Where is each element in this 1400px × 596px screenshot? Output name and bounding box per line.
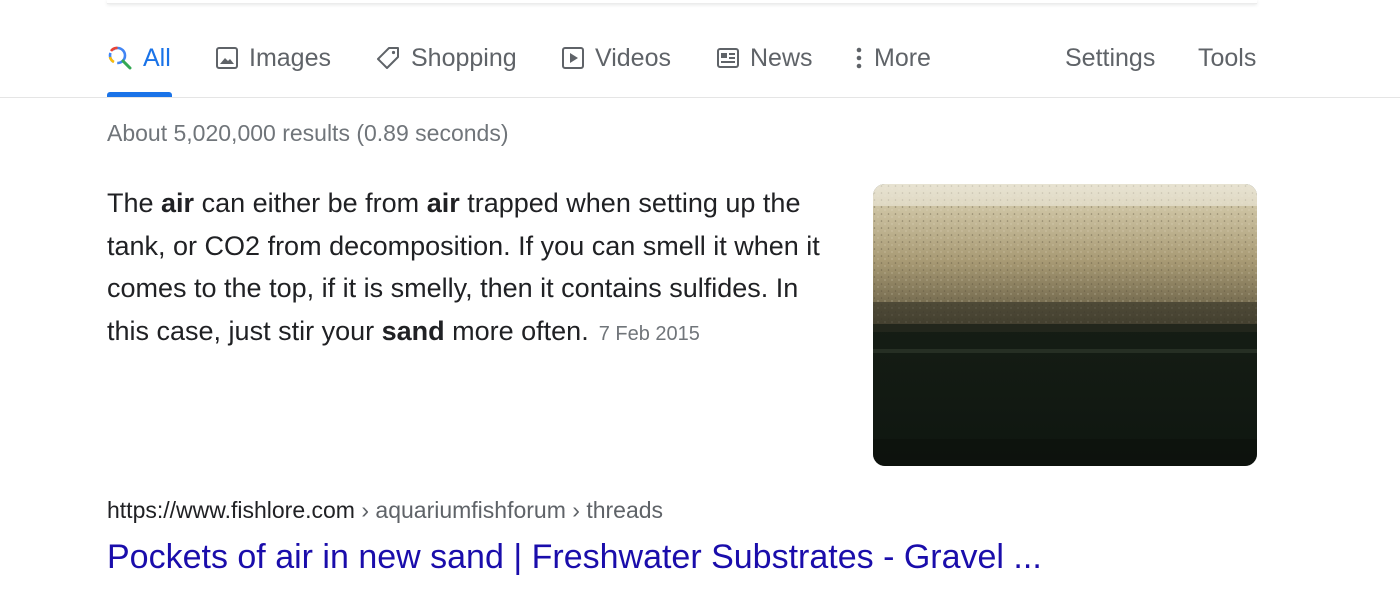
featured-snippet-text: The air can either be from air trapped w… <box>107 182 847 355</box>
tools-label: Tools <box>1198 43 1257 72</box>
tab-news[interactable]: News <box>716 38 813 78</box>
more-vert-icon <box>852 45 866 71</box>
tab-videos-label: Videos <box>595 43 671 72</box>
tab-more[interactable]: More <box>852 38 931 78</box>
snippet-bold-term: air <box>426 188 460 218</box>
snippet-part: The <box>107 188 162 218</box>
settings-link[interactable]: Settings <box>1065 38 1155 78</box>
result-title-link[interactable]: Pockets of air in new sand | Freshwater … <box>107 538 1042 577</box>
tab-videos[interactable]: Videos <box>561 38 671 78</box>
results-stats: About 5,020,000 results (0.89 seconds) <box>107 120 509 146</box>
active-tab-indicator <box>107 92 172 97</box>
result-url-breadcrumb: › aquariumfishforum › threads <box>354 497 664 523</box>
tab-all-label: All <box>143 43 171 72</box>
snippet-part: can either be from <box>194 188 427 218</box>
snippet-date: 7 Feb 2015 <box>598 322 700 345</box>
play-icon <box>561 46 585 70</box>
tab-images[interactable]: Images <box>215 38 331 78</box>
snippet-bold-term: sand <box>381 315 445 346</box>
result-url[interactable]: https://www.fishlore.com › aquariumfishf… <box>107 497 663 524</box>
image-icon <box>215 46 239 70</box>
tag-icon <box>375 45 401 71</box>
snippet-bold-term: air <box>161 188 195 218</box>
tab-images-label: Images <box>249 43 331 72</box>
settings-label: Settings <box>1065 43 1156 72</box>
tab-shopping[interactable]: Shopping <box>375 38 517 78</box>
snippet-part: more often. <box>444 315 589 346</box>
result-url-domain: https://www.fishlore.com <box>107 497 355 523</box>
tab-all[interactable]: All <box>107 38 171 78</box>
tab-news-label: News <box>750 43 813 72</box>
tools-link[interactable]: Tools <box>1198 38 1256 78</box>
snippet-thumbnail-image[interactable] <box>873 184 1257 466</box>
tab-more-label: More <box>874 43 931 72</box>
newspaper-icon <box>716 46 740 70</box>
search-tabs-bar: All Images Shopping Videos News More Set… <box>0 0 1400 98</box>
tab-shopping-label: Shopping <box>411 43 517 72</box>
search-icon <box>107 45 133 71</box>
